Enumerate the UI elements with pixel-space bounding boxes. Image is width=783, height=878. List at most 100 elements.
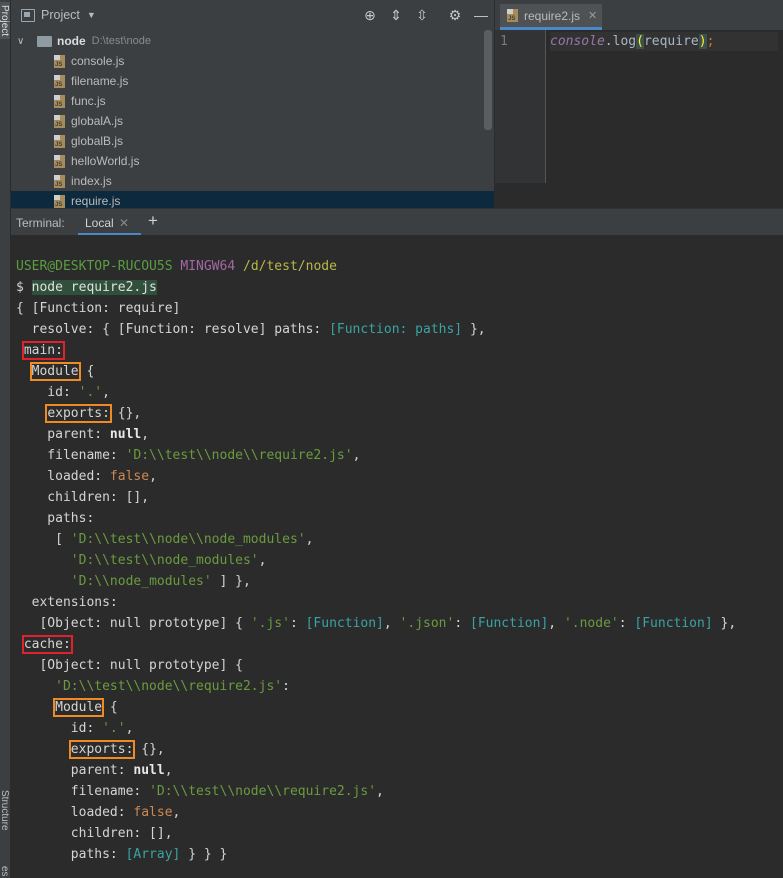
file-item[interactable]: JS helloWorld.js <box>11 151 494 171</box>
output-line: Module { <box>16 361 94 382</box>
output-line: Module { <box>16 697 118 718</box>
project-view-selector[interactable]: Project <box>41 8 80 22</box>
code-method: log <box>612 34 637 49</box>
file-item[interactable]: JS globalB.js <box>11 131 494 151</box>
output-text: [ <box>16 532 71 547</box>
file-name: filename.js <box>71 74 129 88</box>
output-line: parent: null, <box>16 424 149 445</box>
code-line[interactable]: console.log(require); <box>550 32 778 51</box>
output-string: '.node' <box>563 616 619 631</box>
close-icon[interactable]: ✕ <box>119 216 129 230</box>
output-string: 'D:\\test\\node\\require2.js' <box>125 448 353 463</box>
prompt-line: USER@DESKTOP-RUCOU5S MINGW64 /d/test/nod… <box>16 256 337 277</box>
annotation-module-box: Module <box>29 362 81 381</box>
file-item[interactable]: JS globalA.js <box>11 111 494 131</box>
js-file-icon: JS <box>54 114 65 128</box>
output-string: 'D:\\node_modules' <box>70 574 212 589</box>
file-item[interactable]: JS func.js <box>11 91 494 111</box>
line-number: 1 <box>500 34 508 49</box>
file-item[interactable]: JS filename.js <box>11 71 494 91</box>
file-name: console.js <box>71 54 125 68</box>
favorites-tool-tab[interactable]: es <box>0 866 10 877</box>
output-comma: , <box>376 784 384 799</box>
output-text: : <box>618 616 635 631</box>
output-null: null <box>109 427 142 442</box>
code-close-paren: ) <box>698 34 707 49</box>
project-tool-tab[interactable]: Project <box>0 2 10 40</box>
output-line: filename: 'D:\\test\\node\\require2.js', <box>16 781 384 802</box>
output-key: loaded: <box>16 805 134 820</box>
file-item[interactable]: JS console.js <box>11 51 494 71</box>
close-icon[interactable]: ✕ <box>588 9 597 22</box>
output-line: extensions: <box>16 595 118 610</box>
prompt-symbol: $ <box>16 280 24 295</box>
output-false: false <box>133 805 173 820</box>
output-function: [Function: paths] <box>329 322 463 337</box>
output-comma: , <box>172 805 181 820</box>
output-string: 'D:\\test\\node\\node_modules' <box>70 532 306 547</box>
editor-area: JS require2.js ✕ 1 console.log(require); <box>495 0 783 208</box>
file-name: func.js <box>71 94 106 108</box>
output-line: main: <box>16 340 65 361</box>
js-file-icon: JS <box>54 94 65 108</box>
command-text: node require2.js <box>31 280 157 295</box>
root-folder-name: node <box>57 34 86 48</box>
output-line: 'D:\\node_modules' ] }, <box>16 571 251 592</box>
editor-tab-require2[interactable]: JS require2.js ✕ <box>500 4 602 30</box>
output-text: }, <box>462 322 486 337</box>
file-name: globalA.js <box>71 114 124 128</box>
expand-all-icon[interactable]: ⇕ <box>388 7 404 23</box>
hide-panel-icon[interactable]: — <box>473 7 489 23</box>
annotation-cache-box: cache: <box>21 635 73 654</box>
output-key: id: <box>16 721 103 736</box>
output-text: [Object: null prototype] { <box>16 616 251 631</box>
output-key: id: <box>16 385 79 400</box>
terminal-tab-local[interactable]: Local ✕ <box>78 211 141 236</box>
output-false: false <box>109 469 150 484</box>
code-open-paren: ( <box>636 34 644 49</box>
code-console: console <box>550 34 605 49</box>
code-dot: . <box>604 34 613 49</box>
tree-root-node[interactable]: ∨ node D:\test\node <box>11 31 494 51</box>
structure-tool-tab[interactable]: Structure <box>0 790 10 831</box>
project-header: Project ▼ ⊕ ⇕ ⇳ ⚙ — <box>11 0 494 30</box>
output-string: '.' <box>102 721 126 736</box>
file-item[interactable]: JS index.js <box>11 171 494 191</box>
output-line: loaded: false, <box>16 802 181 823</box>
locate-icon[interactable]: ⊕ <box>362 7 378 23</box>
output-comma: , <box>548 616 557 631</box>
gear-icon[interactable]: ⚙ <box>447 7 463 23</box>
output-comma: , <box>125 721 134 736</box>
output-line: 'D:\\test\\node_modules', <box>16 550 267 571</box>
prompt-user: USER@DESKTOP-RUCOU5S <box>16 259 173 274</box>
terminal-output[interactable]: USER@DESKTOP-RUCOU5S MINGW64 /d/test/nod… <box>11 235 783 878</box>
tree-scrollbar[interactable] <box>484 30 492 130</box>
output-line: resolve: { [Function: resolve] paths: [F… <box>16 319 486 340</box>
tool-window-strip: Project Structure es <box>0 0 11 878</box>
output-text: { <box>78 364 95 379</box>
output-text: } } } <box>180 847 228 862</box>
output-line: 'D:\\test\\node\\require2.js': <box>16 676 290 697</box>
output-string: 'D:\\test\\node_modules' <box>70 553 259 568</box>
output-function: [Function] <box>305 616 384 631</box>
js-file-icon: JS <box>54 154 65 168</box>
output-function: [Function] <box>634 616 713 631</box>
add-terminal-icon[interactable]: + <box>148 211 158 231</box>
output-comma: , <box>258 553 267 568</box>
output-text: : <box>454 616 470 631</box>
collapse-all-icon[interactable]: ⇳ <box>414 7 430 23</box>
editor-tab-label: require2.js <box>524 8 581 23</box>
js-file-icon: JS <box>54 194 65 208</box>
output-string: '.' <box>78 385 103 400</box>
output-string: '.js' <box>250 616 290 631</box>
chevron-down-icon[interactable]: ▼ <box>87 10 96 20</box>
output-string: 'D:\\test\\node\\require2.js' <box>55 679 283 694</box>
js-file-icon: JS <box>54 134 65 148</box>
output-comma: , <box>305 532 314 547</box>
output-text: : <box>289 616 306 631</box>
annotation-main-box: main: <box>21 341 65 360</box>
chevron-down-icon[interactable]: ∨ <box>17 36 29 47</box>
terminal-label: Terminal: <box>16 216 65 230</box>
folder-icon <box>37 35 52 47</box>
output-line: cache: <box>16 634 73 655</box>
